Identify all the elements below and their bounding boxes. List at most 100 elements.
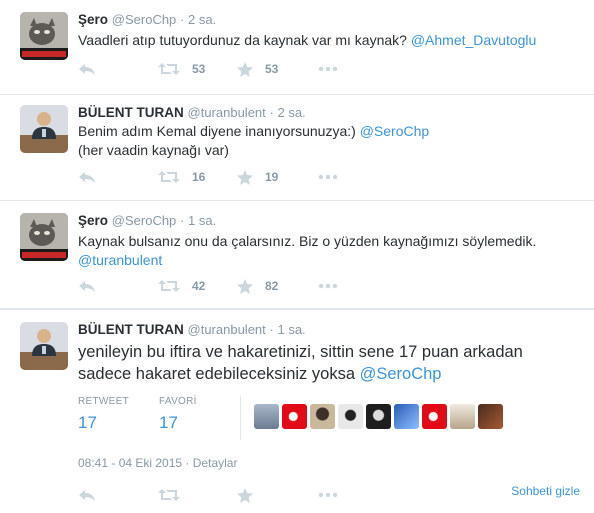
mention-link[interactable]: @Ahmet_Davutoglu — [411, 32, 537, 48]
favorite-stat-count: 17 — [159, 413, 178, 432]
tweet-header: Şero @SeroChp 1 sa. — [78, 213, 216, 228]
reply-icon — [79, 281, 95, 292]
hide-conversation-link[interactable]: Sohbeti gizle — [511, 484, 580, 498]
more-button[interactable] — [318, 167, 338, 187]
favorite-button[interactable]: 19 — [237, 167, 278, 187]
avatar[interactable] — [394, 404, 419, 429]
tweet-header: BÜLENT TURAN @turanbulent 1 sa. — [78, 322, 306, 337]
star-icon — [237, 278, 253, 294]
avatar[interactable] — [478, 404, 503, 429]
more-icon — [318, 66, 338, 72]
full-timestamp: 08:41 - 04 Eki 2015 — [78, 456, 183, 470]
retweet-button[interactable]: 42 — [158, 276, 205, 296]
reply-button[interactable] — [78, 59, 96, 79]
tweet-text: Kaynak bulsanız onu da çalarsınız. Biz o… — [78, 232, 578, 270]
tweet-actions: 16 19 — [78, 167, 378, 187]
reply-icon — [79, 172, 95, 183]
username[interactable]: @turanbulent — [188, 105, 266, 120]
tweet-actions: 42 82 — [78, 276, 378, 296]
tweet-header: BÜLENT TURAN @turanbulent 2 sa. — [78, 105, 306, 120]
timestamp[interactable]: 1 sa. — [180, 213, 216, 228]
retweet-button[interactable] — [158, 485, 180, 505]
retweet-count: 42 — [192, 279, 206, 293]
favorite-button[interactable]: 53 — [237, 59, 278, 79]
retweet-stat[interactable]: RETWEET 17 — [78, 396, 129, 433]
reply-button[interactable] — [78, 167, 96, 187]
retweet-button[interactable]: 16 — [158, 167, 205, 187]
retweet-icon — [158, 63, 180, 75]
tweet[interactable]: Şero @SeroChp 2 sa. Vaadleri atıp tutuyo… — [0, 0, 594, 95]
username[interactable]: @turanbulent — [188, 322, 266, 337]
reply-icon — [79, 64, 95, 75]
star-icon — [237, 487, 253, 503]
avatar[interactable] — [338, 404, 363, 429]
tweet[interactable]: Şero @SeroChp 1 sa. Kaynak bulsanız onu … — [0, 201, 594, 309]
favorite-stat-label: FAVORİ — [159, 396, 197, 407]
more-icon — [318, 492, 338, 498]
more-button[interactable] — [318, 276, 338, 296]
more-icon — [318, 283, 338, 289]
stats-divider — [240, 396, 241, 440]
avatar[interactable] — [20, 213, 68, 261]
retweet-icon — [158, 171, 180, 183]
more-button[interactable] — [318, 59, 338, 79]
meta-separator: · — [185, 456, 193, 470]
favorite-count: 53 — [265, 62, 279, 76]
retweet-icon — [158, 489, 180, 501]
avatar[interactable] — [254, 404, 279, 429]
username[interactable]: @SeroChp — [112, 213, 177, 228]
reply-button[interactable] — [78, 485, 96, 505]
mention-link[interactable]: @SeroChp — [360, 123, 429, 139]
retweet-count: 53 — [192, 62, 206, 76]
tweet-body: Benim adım Kemal diyene inanıyorsunuzya:… — [78, 123, 356, 139]
tweet-text: yenileyin bu iftira ve hakaretinizi, sit… — [78, 341, 578, 385]
retweet-stat-count: 17 — [78, 413, 97, 432]
display-name[interactable]: BÜLENT TURAN — [78, 105, 184, 120]
username[interactable]: @SeroChp — [112, 12, 177, 27]
avatar[interactable] — [422, 404, 447, 429]
reply-button[interactable] — [78, 276, 96, 296]
tweet[interactable]: BÜLENT TURAN @turanbulent 2 sa. Benim ad… — [0, 95, 594, 201]
tweet-header: Şero @SeroChp 2 sa. — [78, 12, 216, 27]
avatar[interactable] — [310, 404, 335, 429]
favorite-button[interactable]: 82 — [237, 276, 278, 296]
retweet-icon — [158, 280, 180, 292]
avatar[interactable] — [20, 12, 68, 60]
tweet-actions: 53 53 — [78, 59, 378, 79]
more-icon — [318, 174, 338, 180]
mention-link[interactable]: @turanbulent — [78, 252, 162, 268]
display-name[interactable]: BÜLENT TURAN — [78, 322, 184, 337]
display-name[interactable]: Şero — [78, 213, 108, 228]
favorite-count: 82 — [265, 279, 279, 293]
timestamp[interactable]: 1 sa. — [270, 322, 306, 337]
favoriter-avatars — [254, 404, 503, 429]
reply-icon — [79, 490, 95, 501]
tweet-body-line-2: (her vaadin kaynağı var) — [78, 142, 229, 158]
favorite-count: 19 — [265, 170, 279, 184]
tweet-body: Vaadleri atıp tutuyordunuz da kaynak var… — [78, 32, 407, 48]
tweet-meta: 08:41 - 04 Eki 2015 · Detaylar — [78, 456, 237, 470]
retweet-stat-label: RETWEET — [78, 396, 129, 407]
timestamp[interactable]: 2 sa. — [180, 12, 216, 27]
avatar[interactable] — [20, 322, 68, 370]
tweet-body: Kaynak bulsanız onu da çalarsınız. Biz o… — [78, 233, 537, 249]
avatar[interactable] — [450, 404, 475, 429]
expanded-tweet-actions — [78, 485, 378, 505]
star-icon — [237, 169, 253, 185]
favorite-stat[interactable]: FAVORİ 17 — [159, 396, 197, 433]
details-link[interactable]: Detaylar — [193, 456, 238, 470]
tweet-text: Benim adım Kemal diyene inanıyorsunuzya:… — [78, 122, 578, 160]
retweet-count: 16 — [192, 170, 206, 184]
retweet-button[interactable]: 53 — [158, 59, 205, 79]
more-button[interactable] — [318, 485, 338, 505]
avatar[interactable] — [366, 404, 391, 429]
mention-link[interactable]: @SeroChp — [360, 365, 442, 383]
star-icon — [237, 61, 253, 77]
tweet-body: yenileyin bu iftira ve hakaretinizi, sit… — [78, 343, 523, 383]
favorite-button[interactable] — [237, 485, 253, 505]
conversation-thread: Şero @SeroChp 2 sa. Vaadleri atıp tutuyo… — [0, 0, 594, 513]
timestamp[interactable]: 2 sa. — [270, 105, 306, 120]
avatar[interactable] — [282, 404, 307, 429]
avatar[interactable] — [20, 105, 68, 153]
display-name[interactable]: Şero — [78, 12, 108, 27]
